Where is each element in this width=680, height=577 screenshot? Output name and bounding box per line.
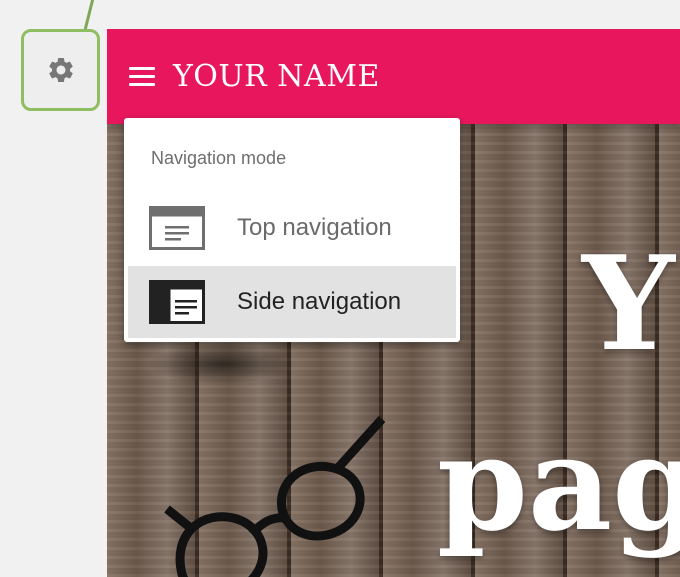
- app-bar: YOUR NAME: [107, 29, 680, 124]
- menu-item-label: Side navigation: [237, 288, 402, 315]
- callout-connector: [83, 0, 95, 32]
- hamburger-menu-icon[interactable]: [129, 64, 155, 90]
- eyeglasses-image: [164, 415, 386, 577]
- plant-shadow: [147, 344, 297, 384]
- side-navigation-layout-icon: [149, 280, 205, 324]
- hero-heading-line2: pag: [437, 407, 680, 560]
- site-title[interactable]: YOUR NAME: [173, 59, 380, 94]
- gear-icon: [48, 57, 73, 82]
- menu-heading: Navigation mode: [151, 148, 287, 168]
- menu-item-side-navigation[interactable]: Side navigation: [128, 266, 456, 338]
- hero-heading-line1: Y: [582, 227, 675, 380]
- menu-item-top-navigation[interactable]: Top navigation: [128, 192, 456, 264]
- navigation-mode-menu: Navigation mode Top navigation Side navi…: [124, 118, 460, 342]
- menu-item-label: Top navigation: [237, 214, 392, 241]
- settings-button[interactable]: [21, 29, 100, 111]
- top-navigation-layout-icon: [149, 206, 205, 250]
